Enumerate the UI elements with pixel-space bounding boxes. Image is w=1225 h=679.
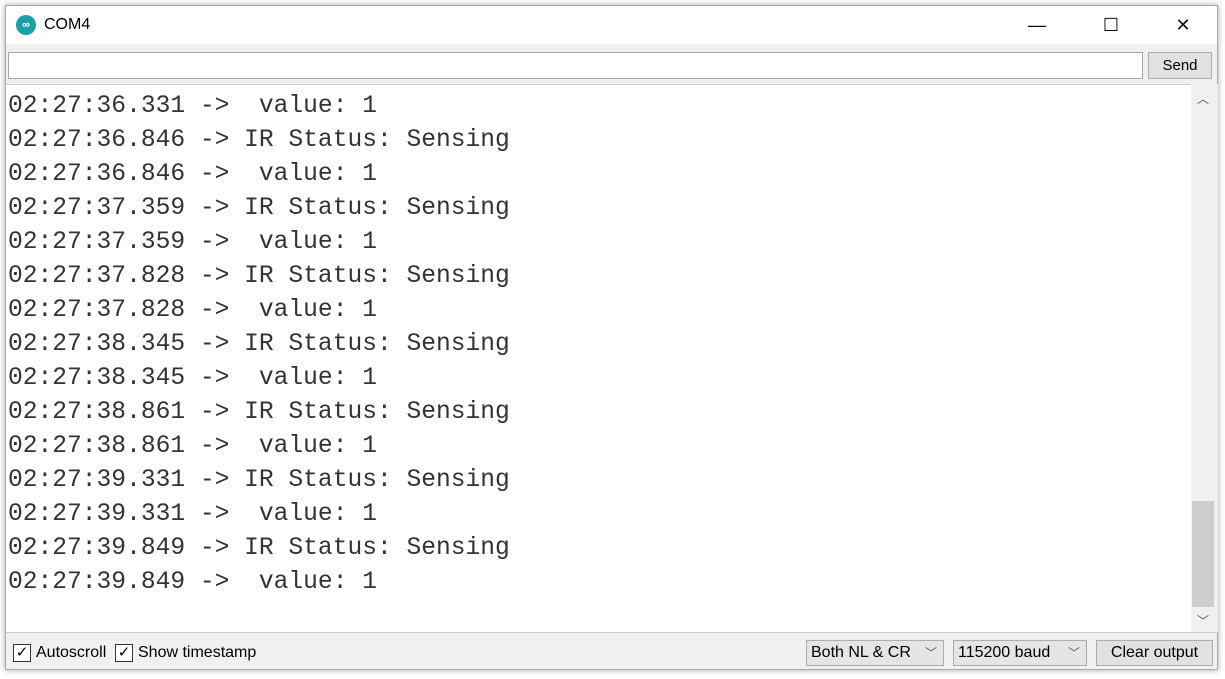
show-timestamp-label: Show timestamp bbox=[138, 644, 257, 661]
autoscroll-checkbox[interactable]: ✓ bbox=[13, 644, 31, 662]
output-line: 02:27:39.331 -> value: 1 bbox=[8, 501, 377, 528]
arduino-logo-icon: ∞ bbox=[16, 15, 36, 35]
baud-rate-select[interactable]: 115200 baud ﹀ bbox=[953, 640, 1087, 666]
close-button[interactable]: ✕ bbox=[1160, 6, 1206, 44]
output-line: 02:27:38.345 -> IR Status: Sensing bbox=[8, 331, 510, 358]
footer-bar: ✓ Autoscroll ✓ Show timestamp Both NL & … bbox=[6, 632, 1217, 670]
output-line: 02:27:39.849 -> IR Status: Sensing bbox=[8, 535, 510, 562]
chevron-down-icon: ﹀ bbox=[924, 646, 937, 660]
scroll-down-icon[interactable]: ﹀ bbox=[1191, 612, 1215, 629]
serial-input[interactable] bbox=[8, 52, 1143, 79]
chevron-down-icon: ﹀ bbox=[1067, 646, 1080, 660]
clear-output-button[interactable]: Clear output bbox=[1096, 640, 1213, 666]
serial-output: 02:27:36.331 -> value: 1 02:27:36.846 -> … bbox=[6, 84, 1191, 632]
scroll-up-icon[interactable]: ︿ bbox=[1191, 90, 1215, 107]
autoscroll-label: Autoscroll bbox=[36, 644, 107, 661]
output-line: 02:27:38.861 -> IR Status: Sensing bbox=[8, 399, 510, 426]
line-ending-value: Both NL & CR bbox=[811, 644, 911, 661]
vertical-scrollbar[interactable]: ︿ ﹀ bbox=[1191, 84, 1218, 632]
serial-monitor-window: ∞ COM4 — ☐ ✕ Send 02:27:36.331 -> value:… bbox=[5, 5, 1218, 670]
output-line: 02:27:37.359 -> IR Status: Sensing bbox=[8, 195, 510, 222]
output-line: 02:27:39.331 -> IR Status: Sensing bbox=[8, 467, 510, 494]
baud-rate-value: 115200 baud bbox=[958, 644, 1051, 661]
window-title: COM4 bbox=[44, 16, 91, 33]
output-line: 02:27:37.828 -> value: 1 bbox=[8, 297, 377, 324]
send-button[interactable]: Send bbox=[1148, 52, 1212, 79]
output-line: 02:27:37.359 -> value: 1 bbox=[8, 229, 377, 256]
output-line: 02:27:39.849 -> value: 1 bbox=[8, 569, 377, 596]
output-line: 02:27:36.846 -> IR Status: Sensing bbox=[8, 127, 510, 154]
show-timestamp-checkbox[interactable]: ✓ bbox=[115, 644, 133, 662]
scrollbar-thumb[interactable] bbox=[1192, 501, 1214, 607]
output-line: 02:27:36.846 -> value: 1 bbox=[8, 161, 377, 188]
line-ending-select[interactable]: Both NL & CR ﹀ bbox=[806, 640, 944, 666]
output-line: 02:27:36.331 -> value: 1 bbox=[8, 93, 377, 120]
output-line: 02:27:38.345 -> value: 1 bbox=[8, 365, 377, 392]
title-bar: ∞ COM4 — ☐ ✕ bbox=[6, 6, 1217, 44]
output-line: 02:27:37.828 -> IR Status: Sensing bbox=[8, 263, 510, 290]
minimize-button[interactable]: — bbox=[1014, 6, 1060, 44]
output-line: 02:27:38.861 -> value: 1 bbox=[8, 433, 377, 460]
maximize-button[interactable]: ☐ bbox=[1088, 6, 1134, 44]
